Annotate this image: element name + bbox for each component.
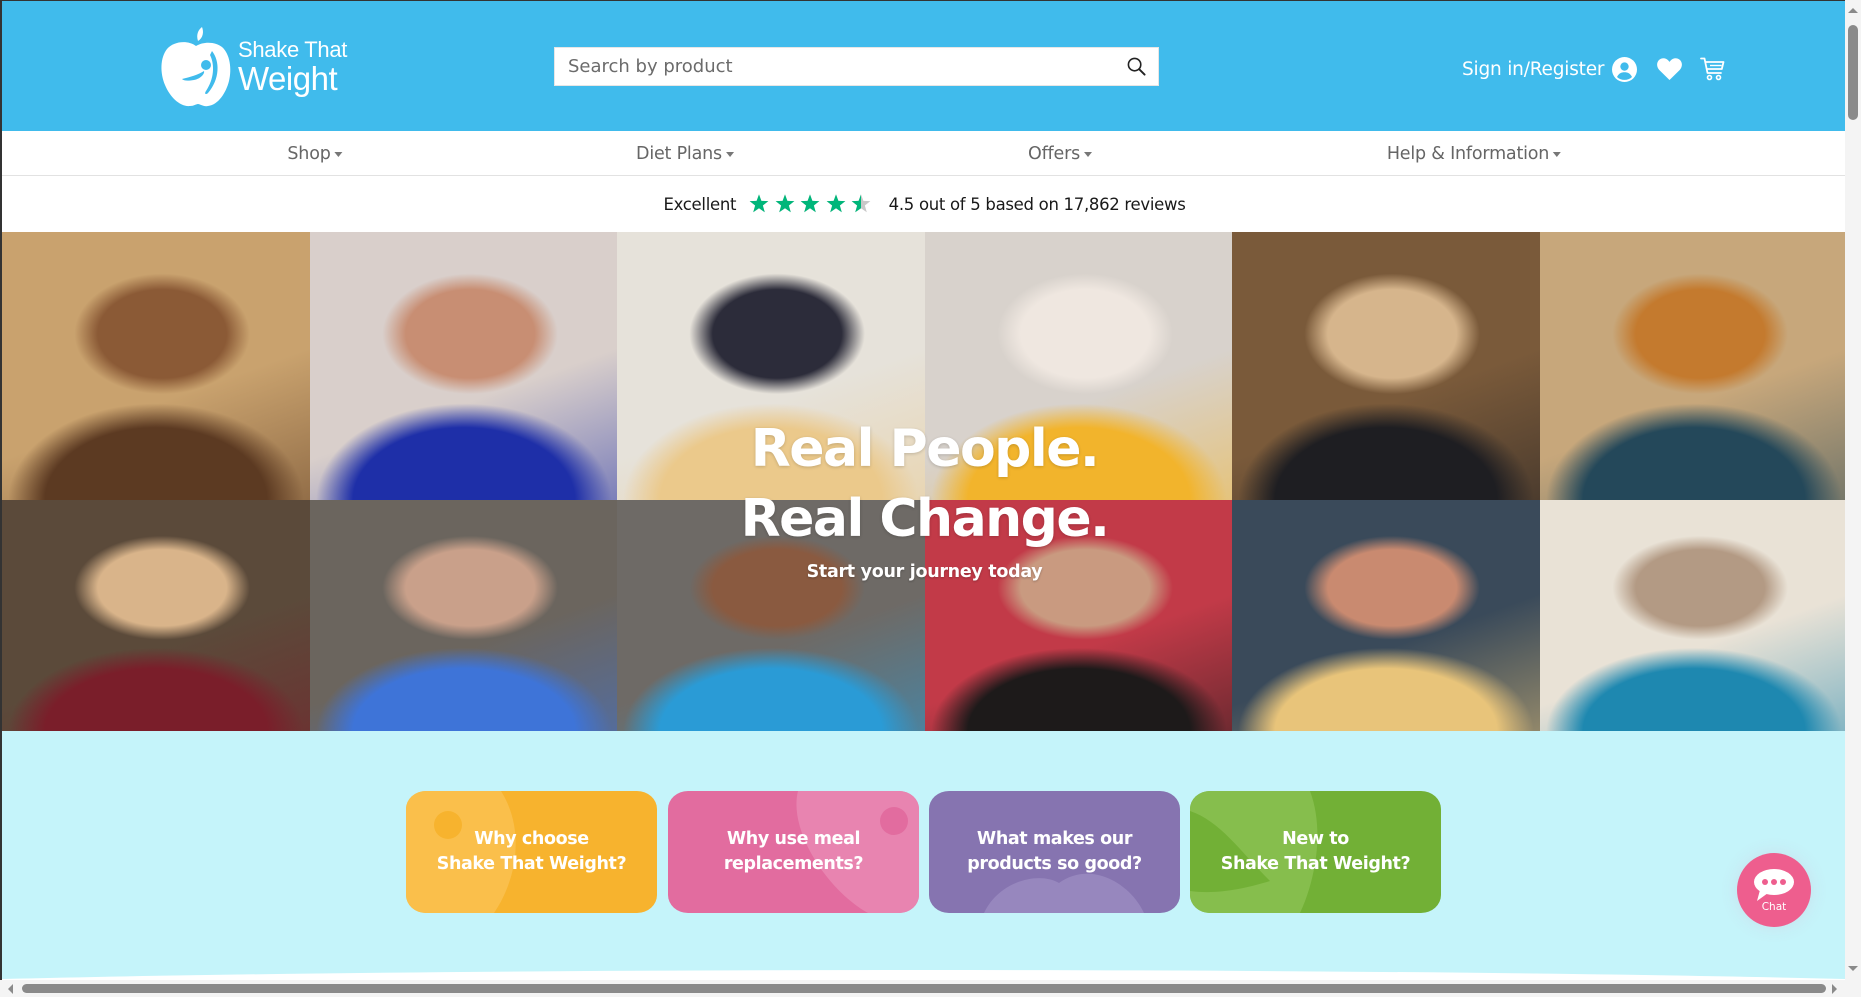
star-icon [800,194,820,213]
card-label: Why use meal replacements? [723,829,864,874]
chocolate-bar-photo [2,232,310,500]
woman-blue-dress-photo [310,232,618,500]
woman-straw-hat-photo [2,500,310,731]
card-label: What makes our products so good? [967,829,1142,874]
main-navigation: Shop Diet Plans Offers Help & Informatio… [2,131,1845,176]
search-input[interactable] [555,48,1114,85]
photo-placeholder [1232,232,1540,500]
nav-item-diet-plans[interactable]: Diet Plans [636,131,734,176]
nav-item-label: Shop [287,143,331,164]
woman-mirror-selfie-photo [1232,232,1540,500]
rating-label: Excellent [663,194,737,214]
star-icon [826,194,846,213]
nav-item-shop[interactable]: Shop [287,131,343,176]
account-area: Sign in/Register [1462,53,1725,85]
blonde-woman-necklace-photo [617,232,925,500]
chat-bubble-icon [1754,869,1794,901]
search-bar [554,47,1159,86]
browser-viewport: Shake That Weight Sign in/Register [0,0,1845,980]
photo-placeholder [1232,500,1540,731]
dark-haired-woman-photo [925,500,1233,731]
photo-placeholder [310,232,618,500]
info-cards-section: Why choose Shake That Weight? Why use me… [2,731,1845,980]
caret-down-icon [725,152,734,157]
photo-placeholder [1540,500,1845,731]
search-icon [1127,57,1146,76]
card-label: Why choose Shake That Weight? [436,829,627,874]
nav-item-help-information[interactable]: Help & Information [1386,131,1562,176]
scroll-up-arrow-icon[interactable] [1848,8,1858,13]
woman-with-product-box-photo [925,232,1233,500]
shopping-cart-icon [1700,57,1725,81]
apple-logo-icon [161,27,231,107]
user-account-icon [1612,56,1638,82]
rating-summary: 4.5 out of 5 based on 17,862 reviews [888,194,1186,214]
search-button[interactable] [1114,48,1158,85]
logo-text-line2: Weight [238,60,338,97]
section-curve-divider [2,970,1845,980]
horizontal-scrollbar-thumb[interactable] [22,984,1826,993]
photo-placeholder [925,232,1233,500]
site-logo[interactable]: Shake That Weight [160,27,360,107]
chat-label: Chat [1761,901,1787,913]
photo-placeholder [1540,232,1845,500]
woman-headband-photo [1232,500,1540,731]
wishlist-button[interactable] [1657,58,1683,80]
nav-item-label: Offers [1028,143,1080,164]
photo-placeholder [617,232,925,500]
photo-placeholder [925,500,1233,731]
woman-with-shaker-photo [617,500,925,731]
star-icon [851,194,871,213]
scroll-right-arrow-icon[interactable] [1832,984,1837,994]
photo-placeholder [2,500,310,731]
photo-placeholder [2,232,310,500]
hero-subtitle-link[interactable]: Start your journey today [2,562,1845,582]
star-icon [775,194,795,213]
horizontal-scrollbar[interactable] [0,980,1845,997]
rating-stars [748,193,876,215]
sign-in-register-link[interactable]: Sign in/Register [1462,56,1638,82]
meal-pouches-photo [1540,232,1845,500]
smiling-woman-with-box-photo [310,500,618,731]
sign-in-label: Sign in/Register [1462,58,1605,80]
logo-text-line1: Shake That [238,37,348,62]
photo-placeholder [617,500,925,731]
woman-blue-shaker-photo [1540,500,1845,731]
star-icon [749,194,769,213]
card-new-to-shake-that-weight[interactable]: New to Shake That Weight? [1190,791,1441,913]
site-header: Shake That Weight Sign in/Register [2,1,1845,131]
vertical-scrollbar-thumb[interactable] [1848,25,1858,120]
hero-banner[interactable]: Real People. Real Change. Start your jou… [2,232,1845,731]
card-label: New to Shake That Weight? [1220,829,1411,874]
card-why-choose[interactable]: Why choose Shake That Weight? [406,791,657,913]
scroll-left-arrow-icon[interactable] [8,984,13,994]
caret-down-icon [1553,152,1562,157]
caret-down-icon [334,152,343,157]
nav-item-label: Help & Information [1386,143,1550,164]
heart-icon [1657,58,1683,80]
scroll-down-arrow-icon[interactable] [1848,966,1858,971]
card-what-makes-products-good[interactable]: What makes our products so good? [929,791,1180,913]
nav-item-label: Diet Plans [636,143,722,164]
card-why-meal-replacements[interactable]: Why use meal replacements? [668,791,919,913]
vertical-scrollbar[interactable] [1845,0,1861,980]
cart-button[interactable] [1700,57,1725,81]
trustpilot-rating-bar[interactable]: Excellent 4.5 out of 5 based on 17,862 r… [2,176,1845,232]
photo-placeholder [310,500,618,731]
caret-down-icon [1083,152,1092,157]
scrollbar-corner [1845,980,1861,997]
chat-button[interactable]: Chat [1737,853,1811,927]
nav-item-offers[interactable]: Offers [1028,131,1092,176]
